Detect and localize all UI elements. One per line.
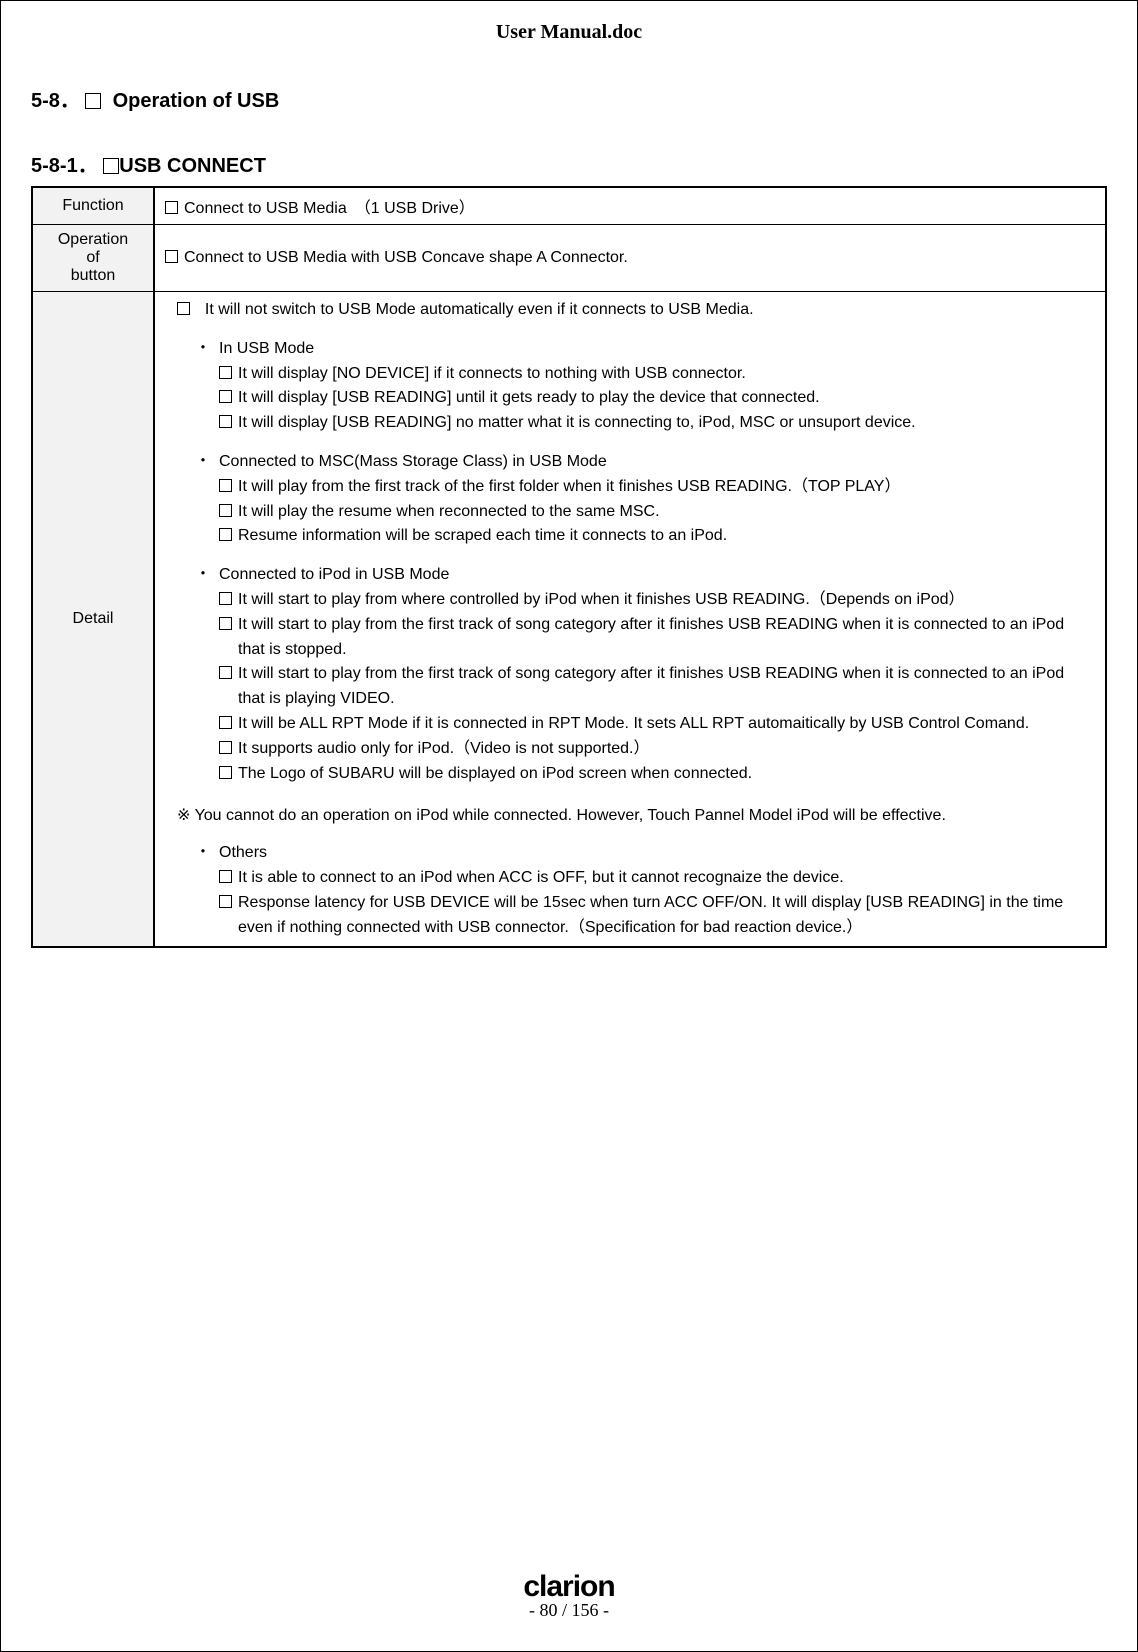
- detail-note: ※ You cannot do an operation on iPod whi…: [177, 804, 1095, 829]
- row-label-function: Function: [32, 187, 154, 225]
- document-page: User Manual.doc 5-8． Operation of USB 5-…: [0, 0, 1138, 1652]
- checkbox-icon: [219, 479, 232, 492]
- detail-item: It supports audio only for iPod.（Video i…: [219, 737, 1089, 762]
- operation-label-line3: button: [71, 267, 115, 284]
- detail-group-heading: ・ Connected to iPod in USB Mode: [195, 563, 1095, 588]
- checkbox-icon: [219, 895, 232, 908]
- row-label-detail: Detail: [32, 292, 154, 948]
- checkbox-icon: [219, 592, 232, 605]
- detail-item-text: It is able to connect to an iPod when AC…: [238, 866, 844, 891]
- checkbox-icon: [177, 302, 190, 315]
- checkbox-icon: [219, 741, 232, 754]
- detail-intro: It will not switch to USB Mode automatic…: [205, 301, 754, 318]
- detail-item: It will play from the first track of the…: [219, 475, 1089, 500]
- page-footer: clarion - 80 / 156 -: [1, 1570, 1137, 1621]
- detail-item: It will start to play from the first tra…: [219, 613, 1089, 663]
- group-title: In USB Mode: [219, 337, 314, 362]
- row-value-function: Connect to USB Media （1 USB Drive）: [154, 187, 1106, 225]
- detail-item: It will display [NO DEVICE] if it connec…: [219, 362, 1089, 387]
- checkbox-icon: [85, 93, 101, 109]
- detail-group-heading: ・ Connected to MSC(Mass Storage Class) i…: [195, 450, 1095, 475]
- row-label-operation: Operation of button: [32, 225, 154, 292]
- section-number: 5-8．: [31, 90, 80, 112]
- bullet-icon: ・: [195, 450, 219, 475]
- detail-item-text: It will be ALL RPT Mode if it is connect…: [238, 712, 1029, 737]
- detail-item: It will start to play from where control…: [219, 588, 1089, 613]
- bullet-icon: ・: [195, 337, 219, 362]
- checkbox-icon: [165, 250, 178, 263]
- checkbox-icon: [219, 390, 232, 403]
- subsection-title: USB CONNECT: [119, 155, 266, 177]
- bullet-icon: ・: [195, 563, 219, 588]
- document-title: User Manual.doc: [31, 21, 1107, 44]
- checkbox-icon: [219, 666, 232, 679]
- checkbox-icon: [103, 158, 119, 174]
- row-value-operation: Connect to USB Media with USB Concave sh…: [154, 225, 1106, 292]
- operation-label-line2: of: [86, 249, 99, 266]
- bullet-icon: ・: [195, 841, 219, 866]
- checkbox-icon: [165, 201, 178, 214]
- group-title: Connected to iPod in USB Mode: [219, 563, 449, 588]
- checkbox-icon: [219, 617, 232, 630]
- subsection-heading: 5-8-1． USB CONNECT: [31, 149, 1107, 178]
- detail-item: The Logo of SUBARU will be displayed on …: [219, 762, 1089, 787]
- spec-table: Function Connect to USB Media （1 USB Dri…: [31, 186, 1107, 948]
- page-number: - 80 / 156 -: [1, 1600, 1137, 1621]
- detail-item-text: It will start to play from the first tra…: [238, 613, 1089, 663]
- row-value-detail: It will not switch to USB Mode automatic…: [154, 292, 1106, 948]
- operation-text: Connect to USB Media with USB Concave sh…: [184, 249, 628, 266]
- subsection-number: 5-8-1．: [31, 155, 98, 177]
- detail-item-text: It will display [NO DEVICE] if it connec…: [238, 362, 746, 387]
- checkbox-icon: [219, 716, 232, 729]
- detail-item-text: It will start to play from where control…: [238, 588, 965, 613]
- operation-label-line1: Operation: [58, 231, 128, 248]
- detail-item-text: Resume information will be scraped each …: [238, 524, 727, 549]
- group-title: Others: [219, 841, 267, 866]
- group-title: Connected to MSC(Mass Storage Class) in …: [219, 450, 607, 475]
- brand-logo: clarion: [1, 1570, 1137, 1604]
- checkbox-icon: [219, 504, 232, 517]
- checkbox-icon: [219, 870, 232, 883]
- detail-item-text: It will display [USB READING] until it g…: [238, 386, 820, 411]
- detail-item-text: It will play the resume when reconnected…: [238, 500, 660, 525]
- detail-item-text: It supports audio only for iPod.（Video i…: [238, 737, 650, 762]
- function-text: Connect to USB Media （1 USB Drive）: [184, 200, 475, 217]
- detail-item: It will start to play from the first tra…: [219, 662, 1089, 712]
- detail-item-text: Response latency for USB DEVICE will be …: [238, 891, 1089, 941]
- detail-item: It will be ALL RPT Mode if it is connect…: [219, 712, 1089, 737]
- detail-group-heading: ・ Others: [195, 841, 1095, 866]
- detail-item: It will display [USB READING] until it g…: [219, 386, 1089, 411]
- detail-item: It will display [USB READING] no matter …: [219, 411, 1089, 436]
- detail-item-text: It will display [USB READING] no matter …: [238, 411, 916, 436]
- section-title: Operation of USB: [113, 90, 280, 112]
- checkbox-icon: [219, 528, 232, 541]
- detail-item: Response latency for USB DEVICE will be …: [219, 891, 1089, 941]
- checkbox-icon: [219, 415, 232, 428]
- checkbox-icon: [219, 366, 232, 379]
- checkbox-icon: [219, 766, 232, 779]
- detail-item-text: It will play from the first track of the…: [238, 475, 900, 500]
- detail-item: It will play the resume when reconnected…: [219, 500, 1089, 525]
- detail-item: It is able to connect to an iPod when AC…: [219, 866, 1089, 891]
- detail-item-text: The Logo of SUBARU will be displayed on …: [238, 762, 752, 787]
- detail-item-text: It will start to play from the first tra…: [238, 662, 1089, 712]
- section-heading: 5-8． Operation of USB: [31, 84, 1107, 113]
- detail-group-heading: ・ In USB Mode: [195, 337, 1095, 362]
- detail-item: Resume information will be scraped each …: [219, 524, 1089, 549]
